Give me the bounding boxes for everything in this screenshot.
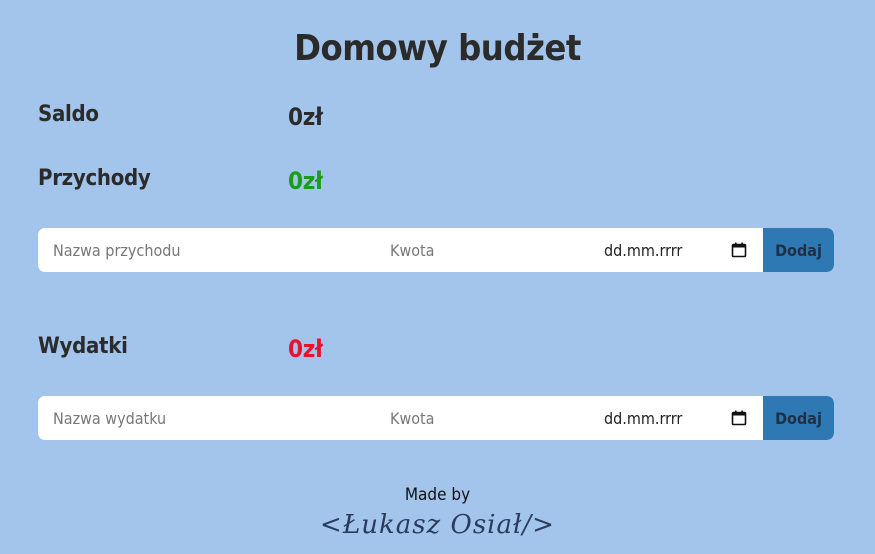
add-expense-button[interactable]: Dodaj — [763, 396, 834, 440]
income-form: dd.mm.rrrr Dodaj — [38, 228, 834, 272]
expenses-value: 0zł — [288, 335, 323, 363]
calendar-icon[interactable] — [731, 410, 747, 426]
expense-amount-input[interactable] — [375, 396, 587, 440]
income-label: Przychody — [38, 166, 151, 191]
income-date-placeholder: dd.mm.rrrr — [604, 240, 683, 260]
income-value: 0zł — [288, 167, 323, 195]
income-name-input[interactable] — [38, 228, 375, 272]
balance-label: Saldo — [38, 102, 99, 127]
expense-date-input[interactable]: dd.mm.rrrr — [587, 396, 763, 440]
author-signature[interactable]: <Łukasz Osiał/> — [0, 510, 875, 540]
expenses-label: Wydatki — [38, 334, 128, 359]
income-date-input[interactable]: dd.mm.rrrr — [587, 228, 763, 272]
add-income-button[interactable]: Dodaj — [763, 228, 834, 272]
expense-form: dd.mm.rrrr Dodaj — [38, 396, 834, 440]
page-title: Domowy budżet — [294, 28, 581, 69]
balance-value: 0zł — [288, 103, 323, 131]
income-amount-input[interactable] — [375, 228, 587, 272]
expense-date-placeholder: dd.mm.rrrr — [604, 408, 683, 428]
made-by-text: Made by — [404, 485, 471, 505]
expense-name-input[interactable] — [38, 396, 375, 440]
calendar-icon[interactable] — [731, 242, 747, 258]
